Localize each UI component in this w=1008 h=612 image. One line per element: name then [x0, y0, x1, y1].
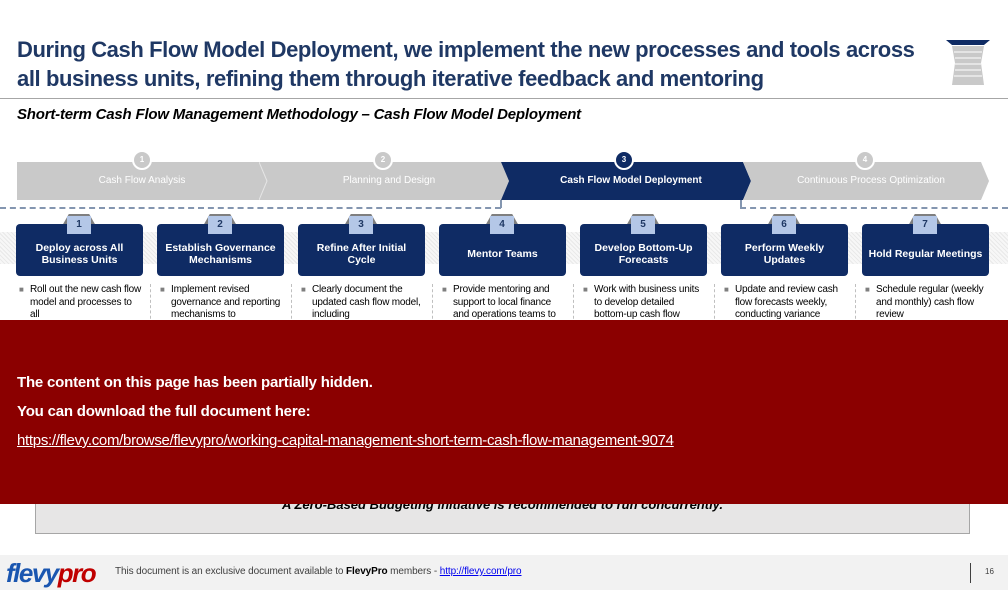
phase-chevrons: 1 Cash Flow Analysis 2 Planning and Desi…	[17, 146, 989, 202]
title-divider	[0, 98, 1008, 99]
column-divider	[573, 284, 574, 324]
phase-3[interactable]: 3 Cash Flow Model Deployment	[501, 150, 751, 200]
step-number: 5	[631, 216, 655, 234]
flevypro-logo[interactable]: flevypro	[6, 558, 97, 589]
logo-flevy: flevy	[6, 558, 59, 588]
phase-2[interactable]: 2 Planning and Design	[259, 150, 509, 200]
step-number: 4	[490, 216, 514, 234]
phase-2-label: Planning and Design	[342, 175, 436, 186]
step-description: ■ Roll out the new cash flow model and pr…	[16, 284, 143, 322]
footer-brand: FlevyPro	[346, 566, 388, 577]
footer-link[interactable]: http://flevy.com/pro	[440, 566, 522, 577]
step-bullet-text: Clearly document the updated cash flow m…	[312, 284, 421, 320]
phase-4[interactable]: 4 Continuous Process Optimization	[743, 150, 989, 200]
bullet-icon: ■	[19, 285, 24, 294]
step-bullet-text: Roll out the new cash flow model and pro…	[30, 284, 141, 320]
step-description: ■ Update and review cash flow forecasts w…	[721, 284, 848, 322]
footer: flevypro This document is an exclusive d…	[0, 555, 1008, 590]
step-description: ■ Work with business units to develop det…	[580, 284, 707, 322]
column-divider	[291, 284, 292, 324]
phase-1[interactable]: 1 Cash Flow Analysis	[17, 150, 267, 200]
phase-3-label: Cash Flow Model Deployment	[560, 175, 702, 186]
column-divider	[714, 284, 715, 324]
column-divider	[855, 284, 856, 324]
bullet-icon: ■	[301, 285, 306, 294]
step-number: 7	[913, 216, 937, 234]
step-number: 6	[772, 216, 796, 234]
step-number: 2	[208, 216, 232, 234]
column-divider	[432, 284, 433, 324]
bullet-icon: ■	[160, 285, 165, 294]
dashed-connector-left	[0, 207, 501, 209]
bullet-icon: ■	[583, 285, 588, 294]
step-description: ■ Schedule regular (weekly and monthly) c…	[862, 284, 989, 322]
logo-pro: pro	[57, 558, 97, 588]
step-description: ■ Implement revised governance and report…	[157, 284, 284, 322]
dashed-connector-right	[740, 207, 1008, 209]
phase-1-label: Cash Flow Analysis	[98, 175, 186, 186]
step-number: 3	[349, 216, 373, 234]
step-bullet-text: Implement revised governance and reporti…	[171, 284, 281, 320]
step-number: 1	[67, 216, 91, 234]
bullet-icon: ■	[724, 285, 729, 294]
step-bullet-text: Work with business units to develop deta…	[594, 284, 700, 320]
step-description: ■ Clearly document the updated cash flow …	[298, 284, 425, 322]
footer-text-before: This document is an exclusive document a…	[115, 566, 347, 577]
page-number: 16	[985, 567, 994, 576]
footer-divider	[970, 563, 971, 583]
step-description: ■ Provide mentoring and support to local …	[439, 284, 566, 322]
footer-text-after: members -	[387, 566, 440, 577]
dashed-connector-right-vertical	[740, 200, 742, 208]
page-title: During Cash Flow Model Deployment, we im…	[17, 37, 915, 91]
download-link[interactable]: https://flevy.com/browse/flevypro/workin…	[17, 432, 674, 449]
step-bullet-text: Provide mentoring and support to local f…	[453, 284, 556, 320]
section-subtitle: Short-term Cash Flow Management Methodol…	[17, 106, 581, 123]
overlay-message: The content on this page has been partia…	[17, 374, 373, 391]
dashed-connector-left-vertical	[500, 200, 502, 208]
overlay-download-prompt: You can download the full document here:	[17, 403, 311, 420]
step-bullet-text: Update and review cash flow forecasts we…	[735, 284, 838, 320]
bullet-icon: ■	[865, 285, 870, 294]
hourglass-stack-icon	[946, 40, 990, 85]
hidden-content-overlay: The content on this page has been partia…	[0, 320, 1008, 504]
footer-notice: This document is an exclusive document a…	[115, 566, 522, 577]
phase-4-label: Continuous Process Optimization	[797, 175, 945, 186]
step-bullet-text: Schedule regular (weekly and monthly) ca…	[876, 284, 984, 320]
column-divider	[150, 284, 151, 324]
bullet-icon: ■	[442, 285, 447, 294]
